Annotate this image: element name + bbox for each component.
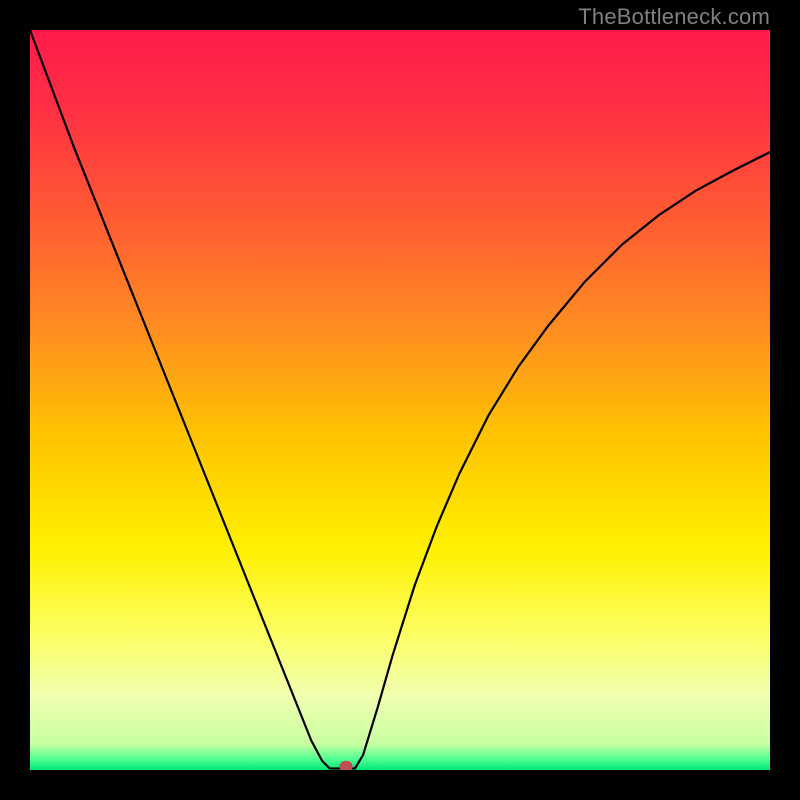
gradient-background	[30, 30, 770, 770]
chart-frame: TheBottleneck.com	[0, 0, 800, 800]
chart-svg	[30, 30, 770, 770]
watermark-text: TheBottleneck.com	[578, 4, 770, 30]
plot-area	[30, 30, 770, 770]
